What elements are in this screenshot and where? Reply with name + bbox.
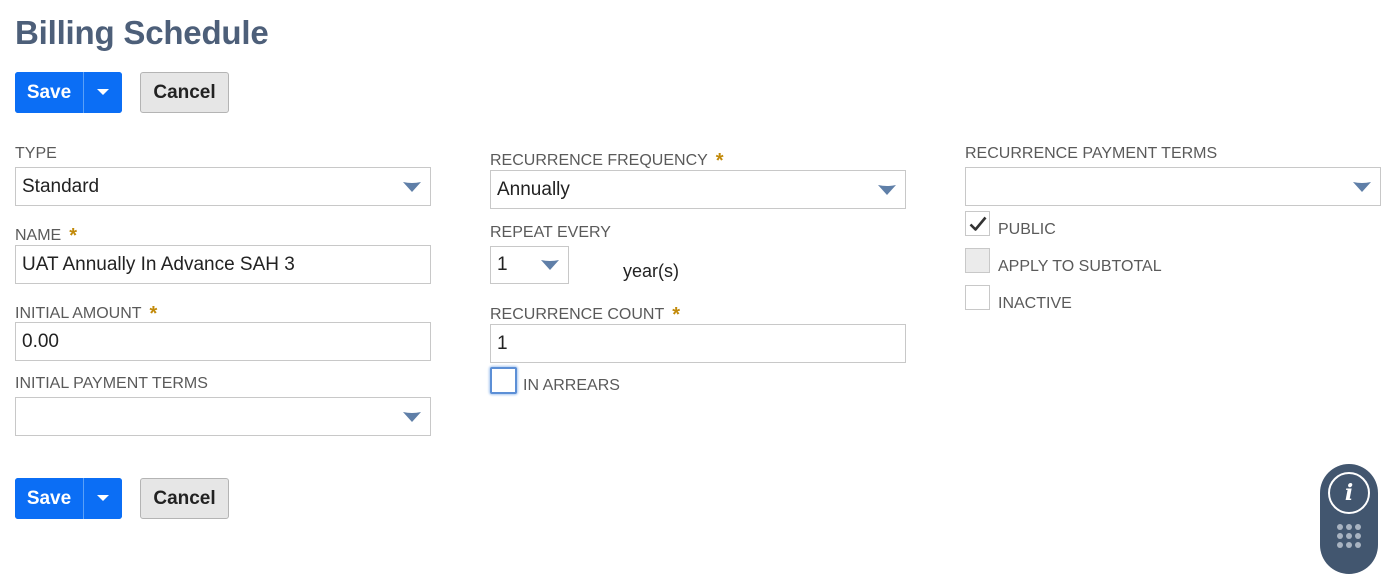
bottom-button-row: Save Cancel xyxy=(15,478,229,519)
chevron-down-icon xyxy=(97,89,109,95)
recurrence-frequency-value: Annually xyxy=(497,178,570,200)
required-marker: * xyxy=(715,150,724,172)
save-button[interactable]: Save xyxy=(15,478,83,519)
repeat-every-unit: year(s) xyxy=(623,261,680,281)
inactive-label: INACTIVE xyxy=(998,295,1072,312)
save-button-group: Save xyxy=(15,72,122,113)
public-label: PUBLIC xyxy=(998,221,1056,238)
initial-payment-terms-label-text: INITIAL PAYMENT TERMS xyxy=(15,375,208,392)
dropdown-arrow-icon xyxy=(403,182,421,192)
help-widget: i xyxy=(1320,464,1378,574)
in-arrears-label: IN ARREARS xyxy=(523,377,620,394)
top-button-row: Save Cancel xyxy=(15,72,229,113)
apply-to-subtotal-label: APPLY TO SUBTOTAL xyxy=(998,258,1162,275)
recurrence-frequency-select[interactable]: Annually xyxy=(490,170,906,209)
initial-payment-terms-label: INITIAL PAYMENT TERMS xyxy=(15,375,208,393)
initial-amount-input[interactable] xyxy=(15,322,431,361)
recurrence-count-input[interactable] xyxy=(490,324,906,363)
initial-amount-label: INITIAL AMOUNT * xyxy=(15,301,157,325)
recurrence-payment-terms-select[interactable] xyxy=(965,167,1381,206)
type-select[interactable]: Standard xyxy=(15,167,431,206)
dropdown-arrow-icon xyxy=(541,260,559,270)
recurrence-payment-terms-label-text: RECURRENCE PAYMENT TERMS xyxy=(965,145,1218,162)
dropdown-arrow-icon xyxy=(878,185,896,195)
dropdown-arrow-icon xyxy=(1353,182,1371,192)
type-select-value: Standard xyxy=(22,175,100,197)
repeat-every-label: REPEAT EVERY xyxy=(490,224,611,242)
recurrence-count-label: RECURRENCE COUNT * xyxy=(490,302,681,326)
in-arrears-checkbox[interactable] xyxy=(490,367,517,394)
repeat-every-value: 1 xyxy=(497,254,508,275)
info-icon[interactable]: i xyxy=(1328,472,1370,514)
save-options-button[interactable] xyxy=(83,72,122,113)
public-checkbox[interactable] xyxy=(965,211,990,236)
recurrence-payment-terms-label: RECURRENCE PAYMENT TERMS xyxy=(965,145,1217,163)
page-title: Billing Schedule xyxy=(15,14,269,51)
apply-to-subtotal-checkbox xyxy=(965,248,990,273)
initial-amount-label-text: INITIAL AMOUNT xyxy=(15,305,142,322)
name-label-text: NAME xyxy=(15,227,62,244)
recurrence-count-label-text: RECURRENCE COUNT xyxy=(490,306,665,323)
recurrence-frequency-label-text: RECURRENCE FREQUENCY xyxy=(490,152,708,169)
save-button-group: Save xyxy=(15,478,122,519)
dropdown-arrow-icon xyxy=(403,412,421,422)
repeat-every-label-text: REPEAT EVERY xyxy=(490,224,611,241)
checkmark-icon xyxy=(969,216,986,231)
chevron-down-icon xyxy=(97,495,109,501)
recurrence-frequency-label: RECURRENCE FREQUENCY * xyxy=(490,148,724,172)
inactive-checkbox[interactable] xyxy=(965,285,990,310)
name-input[interactable] xyxy=(15,245,431,284)
cancel-button[interactable]: Cancel xyxy=(140,72,229,113)
type-label-text: TYPE xyxy=(15,145,57,162)
required-marker: * xyxy=(672,304,681,326)
save-options-button[interactable] xyxy=(83,478,122,519)
repeat-every-select[interactable]: 1 xyxy=(490,246,569,284)
initial-payment-terms-select[interactable] xyxy=(15,397,431,436)
required-marker: * xyxy=(69,225,78,247)
type-label: TYPE xyxy=(15,145,57,163)
cancel-button[interactable]: Cancel xyxy=(140,478,229,519)
grid-dots-icon[interactable] xyxy=(1337,524,1361,548)
save-button[interactable]: Save xyxy=(15,72,83,113)
name-label: NAME * xyxy=(15,223,78,247)
